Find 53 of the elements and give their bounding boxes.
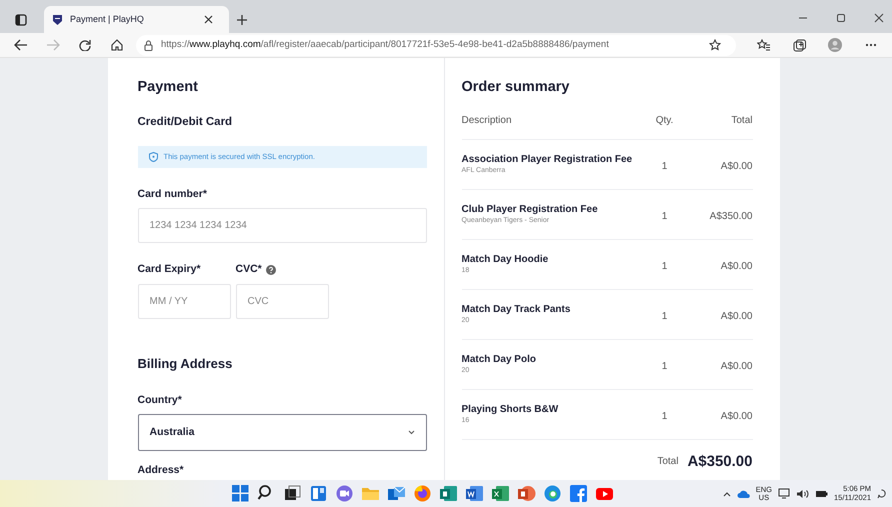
shield-icon [148,152,158,162]
item-name: Match Day Track Pants [462,304,572,316]
field-label: Card number* [138,186,208,202]
item-name: Match Day Hoodie [462,254,550,266]
column-header: Total [730,114,752,128]
section-subheading: Billing Address [138,355,234,374]
total-label: Total [657,455,678,470]
quantity-text: 1 [662,260,668,272]
quantity-text: 1 [662,310,668,322]
price-text: A$0.00 [720,360,752,372]
section-heading: Payment [138,79,199,96]
price-text: A$0.00 [720,410,752,422]
cvc-field[interactable]: CVC [236,284,328,320]
price-text: A$0.00 [720,310,752,322]
chevron-icon [408,430,414,436]
favicon-icon [52,14,63,26]
lock-icon [144,40,153,50]
item-name: Club Player Registration Fee [462,204,599,216]
total-amount: A$350.00 [687,452,752,472]
price-text: A$350.00 [710,210,752,222]
word-icon[interactable] [464,483,485,504]
field-label: CVC* [236,262,262,278]
column-header: Qty. [654,114,674,128]
card-number-field[interactable]: 1234 1234 1234 1234 [138,208,426,244]
price-text: A$0.00 [720,260,752,272]
browser-tab[interactable]: Payment | PlayHQ [44,6,229,33]
quantity-text: 1 [662,410,668,422]
browser-icon[interactable] [412,483,433,504]
quantity-text: 1 [662,210,668,222]
quantity-text: 1 [662,160,668,172]
cloud-icon[interactable] [736,490,750,498]
help-icon[interactable] [266,265,276,276]
facebook-icon[interactable] [568,483,589,504]
widgets-icon[interactable] [308,483,329,504]
field-label: Card Expiry* [138,262,202,278]
item-name: Match Day Polo [462,354,537,366]
battery-icon[interactable] [815,489,828,498]
column-header: Description [462,114,513,128]
field-label: Country* [138,392,183,408]
country-select[interactable]: Australia [138,414,426,452]
start-icon[interactable] [230,483,251,504]
section-heading: Order summary [462,79,570,96]
price-text: A$0.00 [720,160,752,172]
item-name: Association Player Registration Fee [462,154,634,166]
field-label: Address* [138,463,185,478]
volume-icon[interactable] [796,488,810,498]
address-field[interactable]: https://www.playhq.com/afl/register/aaecab/participant/8017721f-53e5-4e98-be41-d2a5b8888486/payment [136,34,736,56]
chevron-up-icon[interactable] [722,490,731,496]
section-subheading: Credit/Debit Card [138,115,234,130]
expiry-field[interactable]: MM / YY [138,284,230,320]
spreadsheet-icon[interactable] [490,483,511,504]
quantity-text: 1 [662,360,668,372]
item-name: Playing Shorts B&W [462,404,560,416]
